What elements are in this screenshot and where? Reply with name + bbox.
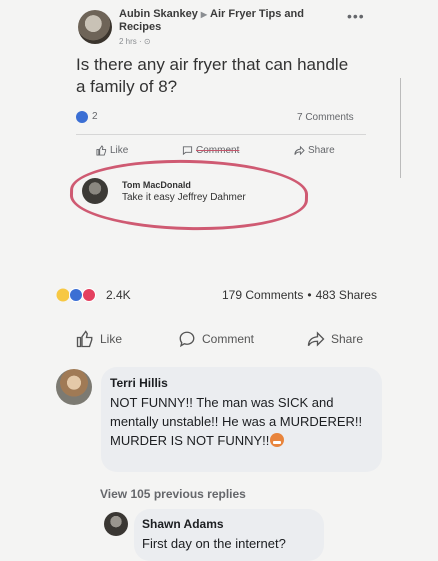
reply-text: First day on the internet?: [142, 536, 286, 551]
share-label: Share: [331, 332, 364, 346]
reaction-icons[interactable]: [56, 288, 104, 302]
share-button[interactable]: Share: [307, 330, 363, 348]
author-name[interactable]: Aubin Skankey: [119, 8, 198, 20]
like-label: Like: [110, 145, 129, 156]
comment-label: Comment: [202, 332, 255, 346]
comment-author[interactable]: Terri Hillis: [110, 376, 168, 390]
comment-button[interactable]: Comment: [182, 145, 239, 156]
comment-icon: [179, 331, 195, 348]
divider: [76, 134, 366, 135]
comments-count[interactable]: 179 Comments: [222, 288, 303, 302]
haha-icon: [56, 288, 70, 302]
post-text: Is there any air fryer that can handle a…: [76, 55, 349, 96]
commenter-avatar[interactable]: [82, 178, 108, 204]
comment-label: Comment: [196, 145, 240, 156]
comment-author[interactable]: Tom MacDonald: [122, 180, 191, 190]
reply-avatar[interactable]: [104, 512, 128, 536]
share-button[interactable]: Share: [294, 145, 335, 156]
post-header: Aubin Skankey ▶ Air Fryer Tips and Recipes: [119, 8, 334, 34]
reaction-count[interactable]: 2: [92, 111, 98, 122]
like-button[interactable]: Like: [76, 330, 122, 348]
post-timestamp: 2 hrs · ⊙: [119, 37, 151, 46]
separator-dot: •: [307, 288, 312, 302]
share-icon: [307, 331, 325, 347]
like-button[interactable]: Like: [96, 145, 128, 156]
love-icon: [82, 288, 96, 302]
like-label: Like: [100, 332, 123, 346]
thumbs-up-icon: [96, 145, 107, 156]
reaction-count[interactable]: 2.4K: [106, 288, 131, 302]
share-icon: [294, 145, 305, 156]
angry-emoji-icon: [270, 433, 285, 447]
more-options-icon[interactable]: •••: [347, 8, 365, 24]
comment-body: NOT FUNNY!! The man was SICK and mentall…: [110, 395, 363, 448]
comment-button[interactable]: Comment: [178, 330, 254, 348]
caret-right-icon: ▶: [200, 10, 208, 19]
comment-icon: [182, 146, 193, 156]
author-avatar[interactable]: [78, 10, 112, 44]
divider: [400, 78, 401, 178]
globe-icon: ⊙: [143, 37, 151, 46]
like-icon: [69, 288, 83, 302]
commenter-avatar[interactable]: [56, 369, 92, 405]
post-stats: 179 Comments • 483 Shares: [222, 288, 377, 302]
view-previous-replies-link[interactable]: View 105 previous replies: [100, 487, 246, 501]
timestamp: 2 hrs: [119, 37, 137, 46]
reply-author[interactable]: Shawn Adams: [142, 517, 224, 531]
comment-text: Take it easy Jeffrey Dahmer: [122, 192, 246, 203]
share-label: Share: [308, 145, 335, 156]
like-reaction-icon: [76, 111, 88, 123]
thumbs-up-icon: [76, 330, 93, 348]
shares-count[interactable]: 483 Shares: [316, 288, 377, 302]
comment-text: NOT FUNNY!! The man was SICK and mentall…: [110, 393, 372, 450]
comments-count[interactable]: 7 Comments: [297, 112, 354, 123]
